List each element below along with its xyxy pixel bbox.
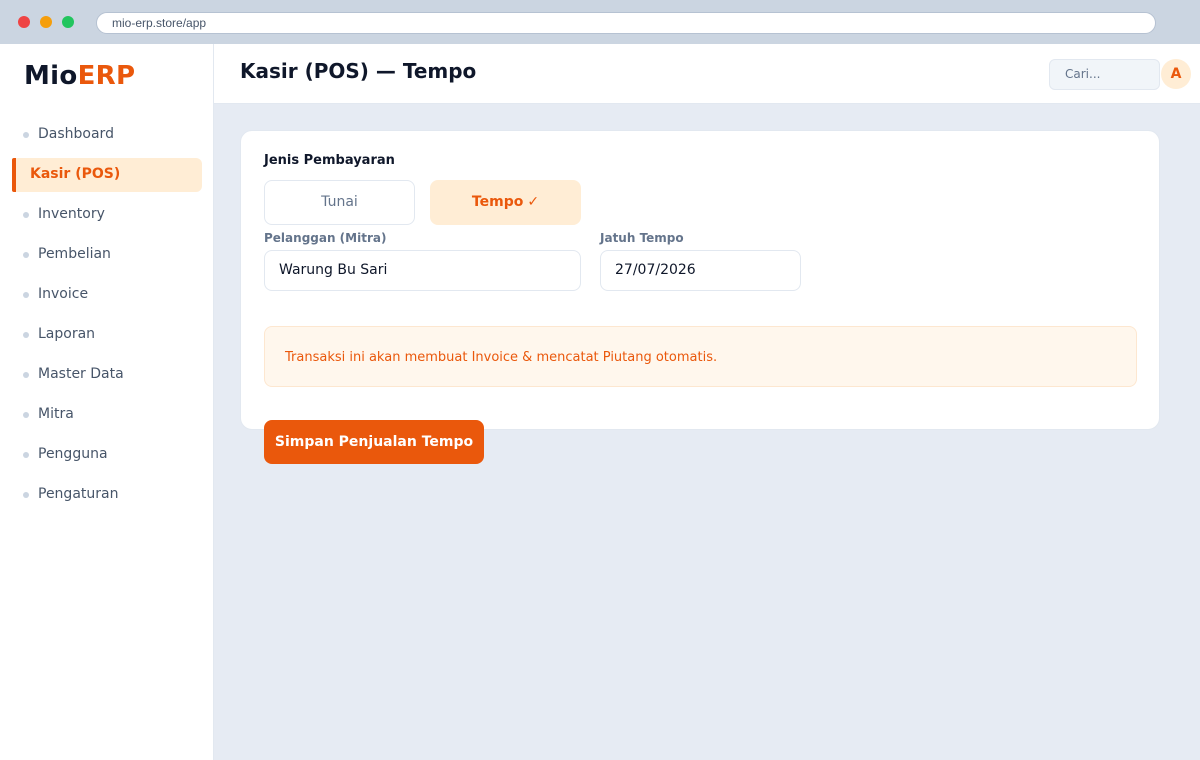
- payment-type-label: Jenis Pembayaran: [264, 153, 395, 168]
- due-date-label: Jatuh Tempo: [600, 231, 684, 245]
- sidebar: MioERP Dashboard Kasir (POS) Inventory P…: [0, 44, 214, 760]
- save-sale-button[interactable]: Simpan Penjualan Tempo: [264, 420, 484, 464]
- bullet-icon: [23, 372, 29, 378]
- window-close-dot[interactable]: [18, 16, 30, 28]
- sidebar-item-label: Pembelian: [38, 246, 111, 262]
- avatar[interactable]: A: [1161, 59, 1191, 89]
- sidebar-item-label: Pengguna: [38, 446, 108, 462]
- browser-chrome: mio-erp.store/app: [0, 0, 1200, 44]
- customer-field[interactable]: Warung Bu Sari: [264, 250, 581, 291]
- bullet-icon: [23, 492, 29, 498]
- app-logo[interactable]: MioERP: [24, 61, 135, 91]
- payment-option-tempo[interactable]: Tempo ✓: [430, 180, 581, 225]
- bullet-icon: [23, 332, 29, 338]
- sidebar-item-inventory[interactable]: Inventory: [12, 198, 202, 232]
- check-icon: ✓: [527, 194, 540, 210]
- due-date-field[interactable]: 27/07/2026: [600, 250, 801, 291]
- sidebar-item-mitra[interactable]: Mitra: [12, 398, 202, 432]
- sidebar-item-kasir-pos[interactable]: Kasir (POS): [12, 158, 202, 192]
- logo-text-primary: Mio: [24, 61, 78, 91]
- address-bar[interactable]: mio-erp.store/app: [96, 12, 1156, 34]
- bullet-icon: [23, 412, 29, 418]
- bullet-icon: [23, 452, 29, 458]
- page-title: Kasir (POS) — Tempo: [240, 59, 477, 83]
- bullet-icon: [23, 132, 29, 138]
- sidebar-item-pengguna[interactable]: Pengguna: [12, 438, 202, 472]
- customer-label: Pelanggan (Mitra): [264, 231, 387, 245]
- payment-card: Jenis Pembayaran Tunai Tempo ✓ Pelanggan …: [240, 130, 1160, 430]
- info-notice: Transaksi ini akan membuat Invoice & men…: [264, 326, 1137, 387]
- sidebar-item-label: Laporan: [38, 326, 96, 342]
- payment-option-tunai[interactable]: Tunai: [264, 180, 415, 225]
- window-maximize-dot[interactable]: [62, 16, 74, 28]
- window-minimize-dot[interactable]: [40, 16, 52, 28]
- sidebar-item-invoice[interactable]: Invoice: [12, 278, 202, 312]
- sidebar-item-label: Master Data: [38, 366, 124, 382]
- bullet-icon: [23, 292, 29, 298]
- sidebar-item-pembelian[interactable]: Pembelian: [12, 238, 202, 272]
- sidebar-item-master-data[interactable]: Master Data: [12, 358, 202, 392]
- sidebar-item-label: Inventory: [38, 206, 105, 222]
- payment-option-label: Tempo: [471, 194, 524, 210]
- sidebar-item-dashboard[interactable]: Dashboard: [12, 118, 202, 152]
- sidebar-item-pengaturan[interactable]: Pengaturan: [12, 478, 202, 512]
- active-indicator: [12, 158, 16, 192]
- sidebar-item-label: Invoice: [38, 286, 89, 302]
- top-header: Kasir (POS) — Tempo Cari... A: [214, 44, 1200, 104]
- search-input[interactable]: Cari...: [1049, 59, 1160, 90]
- sidebar-item-label: Mitra: [38, 406, 74, 422]
- sidebar-item-label: Pengaturan: [38, 486, 119, 502]
- sidebar-item-label: Kasir (POS): [30, 166, 121, 182]
- sidebar-item-label: Dashboard: [38, 126, 114, 142]
- payment-option-label: Tunai: [321, 194, 358, 210]
- bullet-icon: [23, 212, 29, 218]
- sidebar-item-laporan[interactable]: Laporan: [12, 318, 202, 352]
- logo-text-accent: ERP: [77, 61, 136, 91]
- bullet-icon: [23, 252, 29, 258]
